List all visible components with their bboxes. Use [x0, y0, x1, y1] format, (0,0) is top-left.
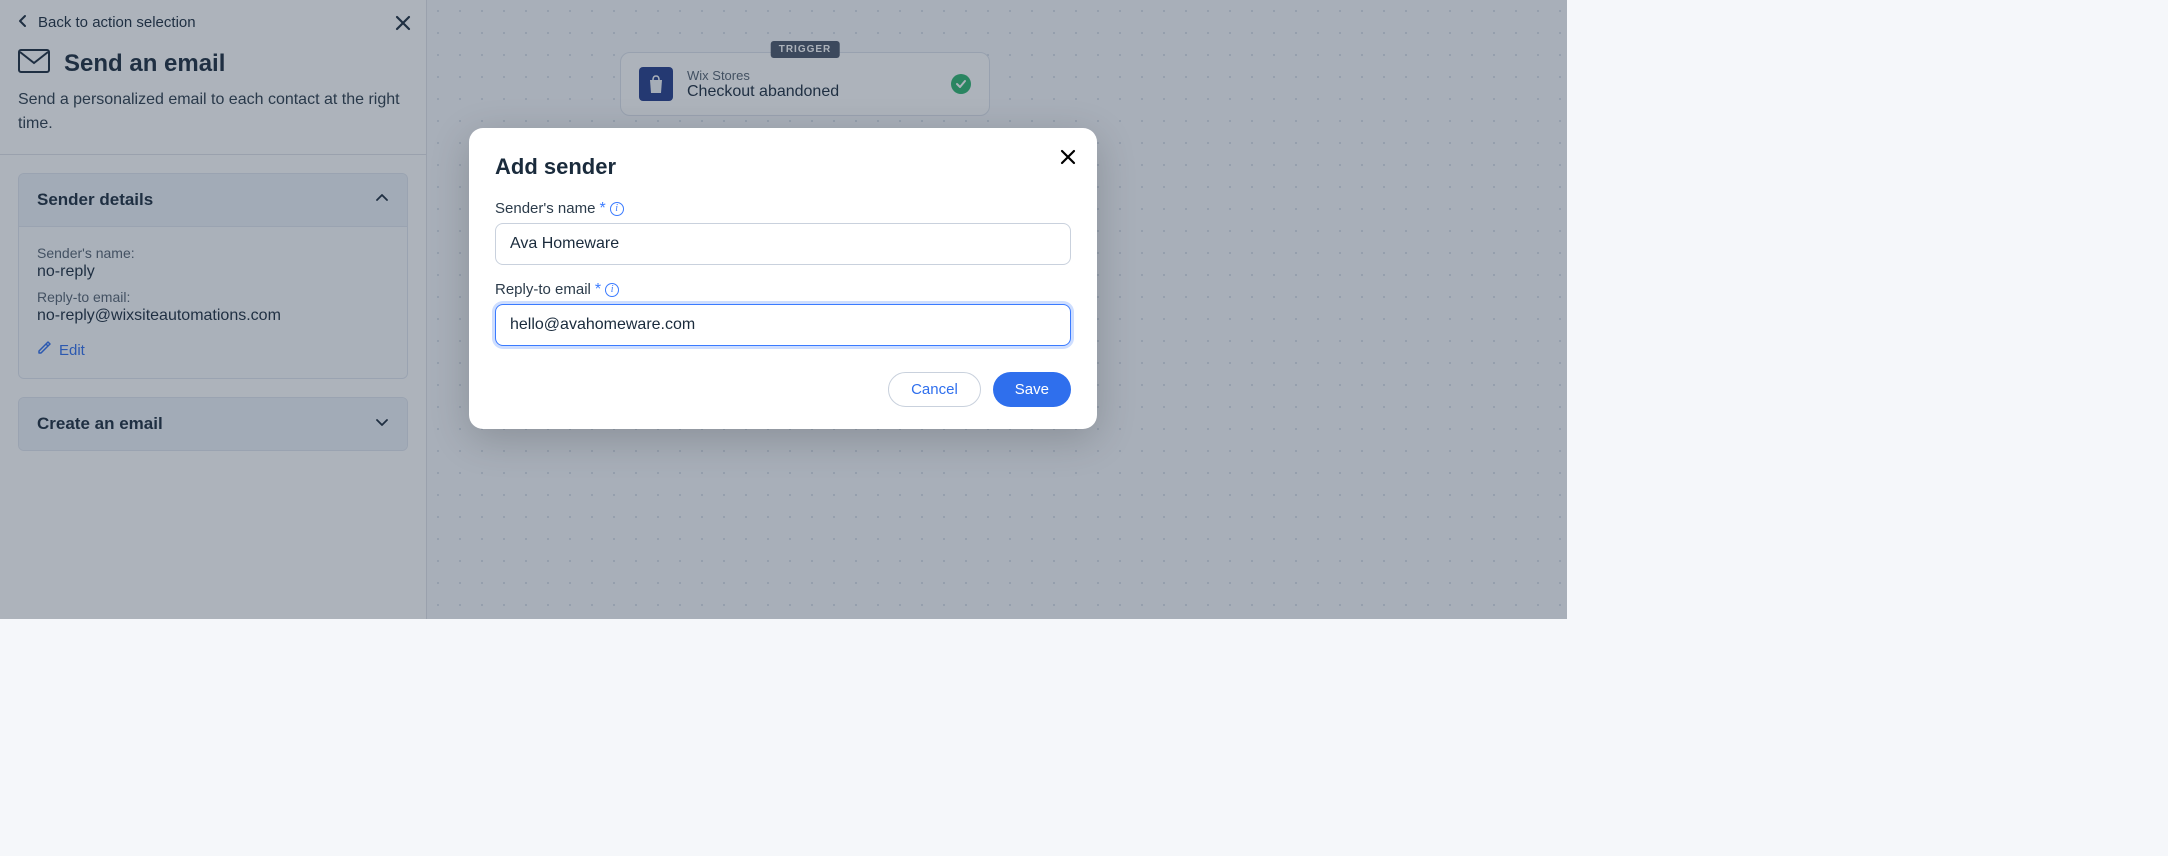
reply-email-field-label: Reply-to email * i: [495, 281, 1071, 298]
reply-email-input[interactable]: [495, 304, 1071, 346]
modal-actions: Cancel Save: [495, 372, 1071, 407]
reply-email-label-text: Reply-to email: [495, 281, 591, 298]
cancel-button[interactable]: Cancel: [888, 372, 981, 407]
sender-name-label-text: Sender's name: [495, 200, 595, 217]
save-button[interactable]: Save: [993, 372, 1071, 407]
add-sender-modal: Add sender Sender's name * i Reply-to em…: [469, 128, 1097, 429]
close-modal-button[interactable]: [1059, 148, 1077, 171]
modal-title: Add sender: [495, 154, 1071, 180]
info-icon[interactable]: i: [605, 283, 619, 297]
required-asterisk: *: [595, 282, 601, 298]
sender-name-input[interactable]: [495, 223, 1071, 265]
sender-name-field-label: Sender's name * i: [495, 200, 1071, 217]
required-asterisk: *: [599, 201, 605, 217]
info-icon[interactable]: i: [610, 202, 624, 216]
